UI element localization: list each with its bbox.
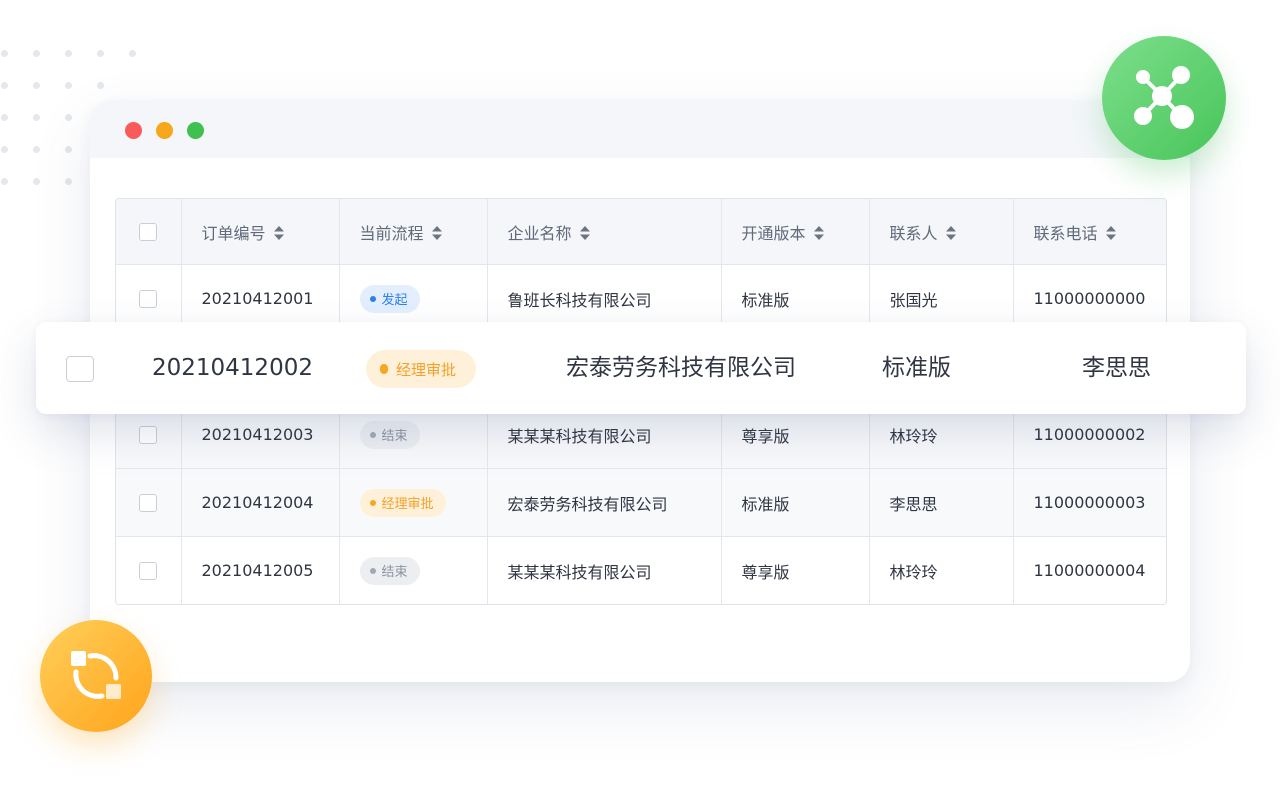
decorative-dot [33,82,40,89]
column-header-edition[interactable]: 开通版本 [721,199,870,265]
highlighted-row-checkbox[interactable] [66,356,94,382]
decorative-dot [33,50,40,57]
status-dot-icon [369,567,376,574]
process-cell: 经理审批 [339,468,488,537]
decorative-dot [33,114,40,121]
decorative-dot [1,178,8,185]
phone-cell: 11000000004 [1033,561,1146,580]
select-all-checkbox[interactable] [139,223,158,242]
status-dot-icon [380,364,388,374]
sort-icon[interactable] [813,225,824,240]
row-checkbox[interactable] [139,290,158,309]
window-maximize-button[interactable] [187,122,204,139]
decorative-dot [65,146,72,153]
edition-cell: 尊享版 [721,536,870,604]
column-header-phone[interactable]: 联系电话 [1013,199,1166,265]
sort-icon[interactable] [1105,225,1116,240]
decorative-dot [1,146,8,153]
contact-cell: 李思思 [869,468,1014,537]
column-header-contact[interactable]: 联系人 [869,199,1014,265]
table-row[interactable]: 20210412004 经理审批 宏泰劳务科技有限公司 标准版 李思思 1100… [116,468,1166,537]
status-badge-label: 经理审批 [396,360,457,379]
decorative-dot [65,82,72,89]
row-select-cell [116,536,182,604]
window-close-button[interactable] [125,122,142,139]
decorative-dot [1,50,8,57]
row-checkbox[interactable] [139,494,158,513]
column-header-order-no[interactable]: 订单编号 [181,199,340,265]
sort-icon[interactable] [273,225,284,240]
decorative-dot [33,178,40,185]
highlighted-edition: 标准版 [882,355,951,381]
highlighted-status-badge: 经理审批 [366,350,477,388]
status-badge-label: 经理审批 [381,497,434,512]
column-header-company[interactable]: 企业名称 [487,199,722,265]
decorative-dot [129,50,136,57]
sync-process-glyph [71,651,121,699]
status-dot-icon [369,431,376,438]
sort-icon[interactable] [945,225,956,240]
company-cell: 宏泰劳务科技有限公司 [487,468,722,537]
phone-cell: 11000000003 [1013,468,1166,537]
status-badge: 发起 [359,284,420,313]
status-badge: 结束 [359,556,420,585]
column-header-label: 订单编号 [201,223,266,243]
network-nodes-glyph [1134,66,1194,129]
column-header-label: 联系电话 [1033,223,1098,243]
edition-cell: 标准版 [721,468,870,537]
contact-cell: 林玲玲 [869,536,1014,604]
company-cell: 某某某科技有限公司 [487,536,722,604]
decorative-dot [1,114,8,121]
highlighted-order-no: 20210412002 [152,355,313,381]
illustration-stage: 订单编号 当前流程 企业名称 开通版本 联系人 联系电话 20210412001… [0,0,1280,800]
status-dot-icon [369,499,376,506]
status-badge: 结束 [359,420,420,449]
column-header-label: 企业名称 [507,223,572,243]
status-badge-label: 结束 [381,565,408,580]
table-header-row: 订单编号 当前流程 企业名称 开通版本 联系人 联系电话 [116,199,1166,265]
window-title-bar [90,100,1190,158]
highlighted-company: 宏泰劳务科技有限公司 [566,355,796,381]
column-header-label: 联系人 [889,223,938,243]
status-badge: 经理审批 [359,488,446,517]
decorative-dot [1,82,8,89]
decorative-dot [65,114,72,121]
network-nodes-icon [1102,36,1226,160]
row-checkbox[interactable] [139,562,158,581]
status-badge-label: 发起 [381,293,408,308]
decorative-dot [97,82,104,89]
sync-process-icon [40,620,152,732]
column-header-label: 当前流程 [359,223,424,243]
highlighted-row-card[interactable]: 20210412002 经理审批 宏泰劳务科技有限公司 标准版 李思思 [36,322,1246,414]
order-no-cell: 20210412005 [181,536,340,604]
decorative-dot [97,50,104,57]
process-cell: 结束 [339,536,488,604]
column-header-process[interactable]: 当前流程 [339,199,488,265]
decorative-dot [65,178,72,185]
sort-icon[interactable] [431,225,442,240]
status-dot-icon [369,295,376,302]
column-header-label: 开通版本 [741,223,806,243]
sort-icon[interactable] [579,225,590,240]
highlighted-contact: 李思思 [1082,355,1151,381]
window-minimize-button[interactable] [156,122,173,139]
decorative-dot [33,146,40,153]
status-badge-label: 结束 [381,429,408,444]
table-row[interactable]: 20210412005 结束 某某某科技有限公司 尊享版 林玲玲 1100000… [116,536,1166,604]
row-select-cell [116,468,182,537]
decorative-dot [65,50,72,57]
row-checkbox[interactable] [139,426,158,445]
order-no-cell: 20210412004 [181,468,340,537]
header-select-cell [116,199,182,265]
